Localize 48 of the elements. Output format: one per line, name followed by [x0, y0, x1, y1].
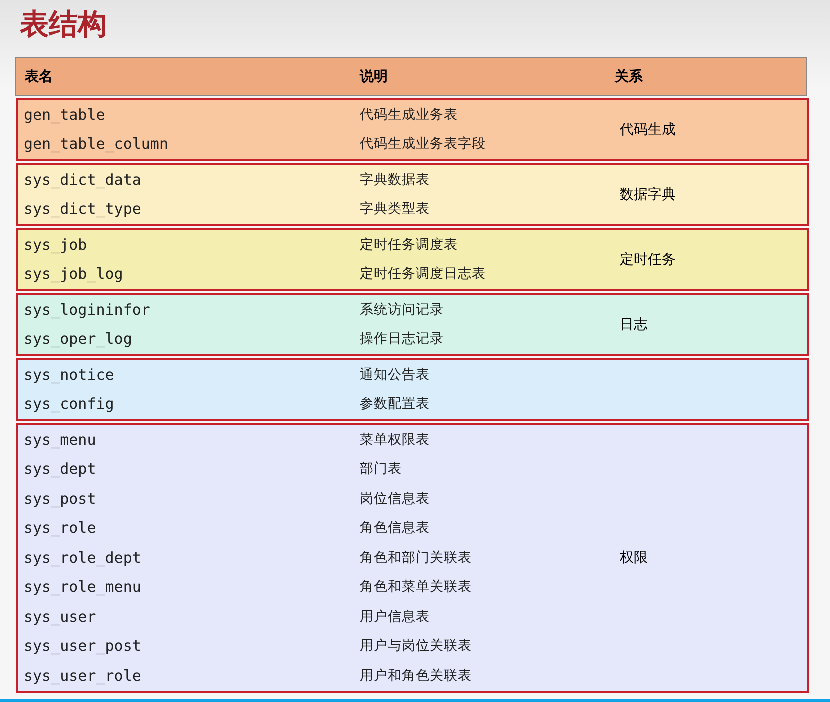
table-description: 参数配置表: [359, 395, 430, 414]
table-description: 岗位信息表: [359, 490, 430, 508]
slide-title: 表结构: [20, 6, 107, 43]
table-name: sys_post: [23, 490, 96, 508]
table-name: sys_job_log: [23, 265, 124, 284]
table-name: gen_table: [23, 106, 106, 124]
table-name: sys_logininfor: [23, 300, 150, 319]
column-header: 关系: [614, 68, 643, 86]
table-name: sys_dept: [23, 460, 96, 478]
table-name: sys_oper_log: [23, 330, 132, 348]
table-description: 操作日志记录: [359, 330, 444, 348]
relation-label: 代码生成: [619, 120, 676, 138]
table-name: sys_user: [23, 608, 96, 626]
table-name: sys_notice: [23, 366, 114, 384]
table-description: 用户和角色关联表: [359, 666, 472, 685]
table-name: sys_dict_data: [23, 170, 142, 189]
relation-label: 数据字典: [619, 186, 676, 204]
table-description: 代码生成业务表字段: [359, 135, 486, 154]
table-description: 字典数据表: [359, 170, 430, 189]
table-description: 定时任务调度日志表: [359, 265, 486, 284]
column-header: 表名: [24, 68, 53, 86]
table-name: sys_job: [23, 236, 88, 254]
table-description: 角色和部门关联表: [359, 548, 472, 567]
relation-label: 日志: [619, 316, 648, 334]
table-name: sys_role_dept: [23, 548, 142, 567]
table-description: 用户与岗位关联表: [359, 637, 472, 656]
table-description: 菜单权限表: [359, 430, 430, 449]
table-name: sys_config: [23, 395, 114, 414]
table-description: 定时任务调度表: [359, 236, 458, 254]
table-name: sys_menu: [23, 430, 96, 449]
relation-label: 定时任务: [619, 250, 676, 268]
table-description: 通知公告表: [359, 366, 430, 384]
relation-label: 权限: [619, 548, 648, 567]
table-name: sys_dict_type: [23, 200, 142, 218]
table-description: 角色和菜单关联表: [359, 578, 472, 596]
table-name: sys_user_role: [23, 666, 142, 685]
table-name: sys_user_post: [23, 637, 142, 656]
table-description: 字典类型表: [359, 200, 430, 218]
table-description: 代码生成业务表: [359, 106, 458, 124]
seek-bar[interactable]: [0, 699, 830, 702]
table-description: 角色信息表: [359, 519, 430, 538]
table-description: 系统访问记录: [359, 300, 444, 319]
column-header: 说明: [358, 68, 388, 86]
table-name: sys_role_menu: [23, 578, 142, 596]
table-name: sys_role: [23, 519, 96, 538]
table-description: 部门表: [359, 460, 402, 478]
table-description: 用户信息表: [359, 608, 430, 626]
table-name: gen_table_column: [23, 135, 168, 154]
